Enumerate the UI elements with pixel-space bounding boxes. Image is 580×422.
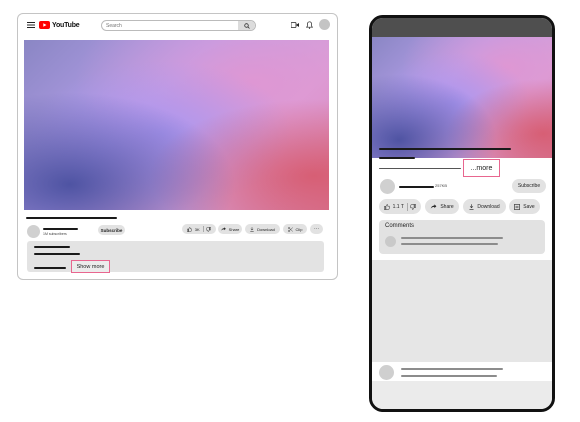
mobile-save-label: Save [523,203,535,210]
mobile-share-button[interactable]: Share [425,199,459,214]
mobile-share-arrow-icon [430,204,437,209]
show-more-button[interactable]: Show more [71,260,110,273]
mobile-save-button[interactable]: Save [509,199,540,214]
scissors-icon [287,226,293,232]
like-dislike-button[interactable]: 3K [182,224,216,234]
mobile-video-player[interactable] [372,37,552,158]
create-video-icon[interactable] [290,20,300,30]
notifications-bell-icon[interactable] [304,20,314,30]
youtube-logo-text: YouTube [52,21,80,29]
mobile-video-meta-line [379,168,461,169]
mobile-comment-line-2 [401,243,498,245]
mobile-more-button[interactable]: ...more [463,159,500,177]
account-avatar[interactable] [319,19,330,30]
mobile-bottom-avatar[interactable] [379,365,394,380]
thumbs-down-icon [206,226,212,232]
youtube-logo[interactable]: YouTube [39,20,80,30]
mobile-download-button[interactable]: Download [463,199,506,214]
mobile-bottom-line-1 [401,368,503,370]
more-actions-label: ··· [314,226,319,232]
search-box[interactable] [101,20,256,31]
mobile-thumbs-up-icon [383,203,390,210]
like-count: 3K [194,226,200,232]
mobile-comments-label: Comments [385,223,415,229]
mobile-video-title-line-1 [379,148,511,150]
mobile-channel-avatar[interactable] [380,179,395,194]
description-line-2 [34,253,80,255]
mobile-bottom-bar [372,381,552,409]
share-arrow-icon [220,227,226,231]
save-to-playlist-icon [514,203,521,210]
video-title-placeholder [26,217,117,219]
clip-label: Clip [295,226,303,232]
mobile-subscribe-button[interactable]: Subscribe [512,179,546,193]
video-player[interactable] [24,40,329,210]
mobile-comments-area [372,260,552,362]
channel-subscriber-count: 1M subscribers [43,232,67,236]
show-more-label: Show more [76,263,105,270]
mobile-video-title-line-2 [379,157,415,159]
subscribe-button[interactable]: Subscribe [98,225,125,235]
channel-avatar[interactable] [27,225,40,238]
mobile-comment-line-1 [401,237,503,239]
description-line-1 [34,246,70,248]
mobile-download-icon [469,203,474,210]
search-input[interactable] [106,21,234,30]
phone-status-bar [372,18,552,37]
mobile-comment-avatar [385,236,396,247]
more-actions-button[interactable]: ··· [310,224,323,234]
channel-name-placeholder[interactable] [43,228,78,230]
mobile-share-label: Share [440,203,454,210]
mobile-bottom-line-2 [401,375,497,377]
mobile-thumbs-down-icon [410,203,417,210]
share-label: Share [228,226,240,232]
youtube-play-icon [39,21,50,29]
download-icon [250,226,254,232]
thumbs-up-icon [186,226,192,232]
share-button[interactable]: Share [218,224,242,234]
description-line-3 [34,267,66,269]
download-button[interactable]: Download [245,224,280,234]
download-label: Download [257,226,275,232]
mobile-more-label: ...more [470,164,493,172]
mobile-subscriber-count: 257KB [435,183,448,188]
search-icon [243,22,250,29]
hamburger-menu-icon[interactable] [26,20,36,30]
clip-button[interactable]: Clip [283,224,307,234]
mobile-like-count: 1.1 T [392,203,404,210]
search-button[interactable] [238,21,255,30]
mobile-like-dislike-button[interactable]: 1.1 T [379,199,421,214]
mobile-download-label: Download [477,203,500,210]
subscribe-button-label: Subscribe [100,227,123,233]
mobile-channel-name-placeholder[interactable] [399,186,434,188]
mobile-subscribe-label: Subscribe [517,183,541,189]
